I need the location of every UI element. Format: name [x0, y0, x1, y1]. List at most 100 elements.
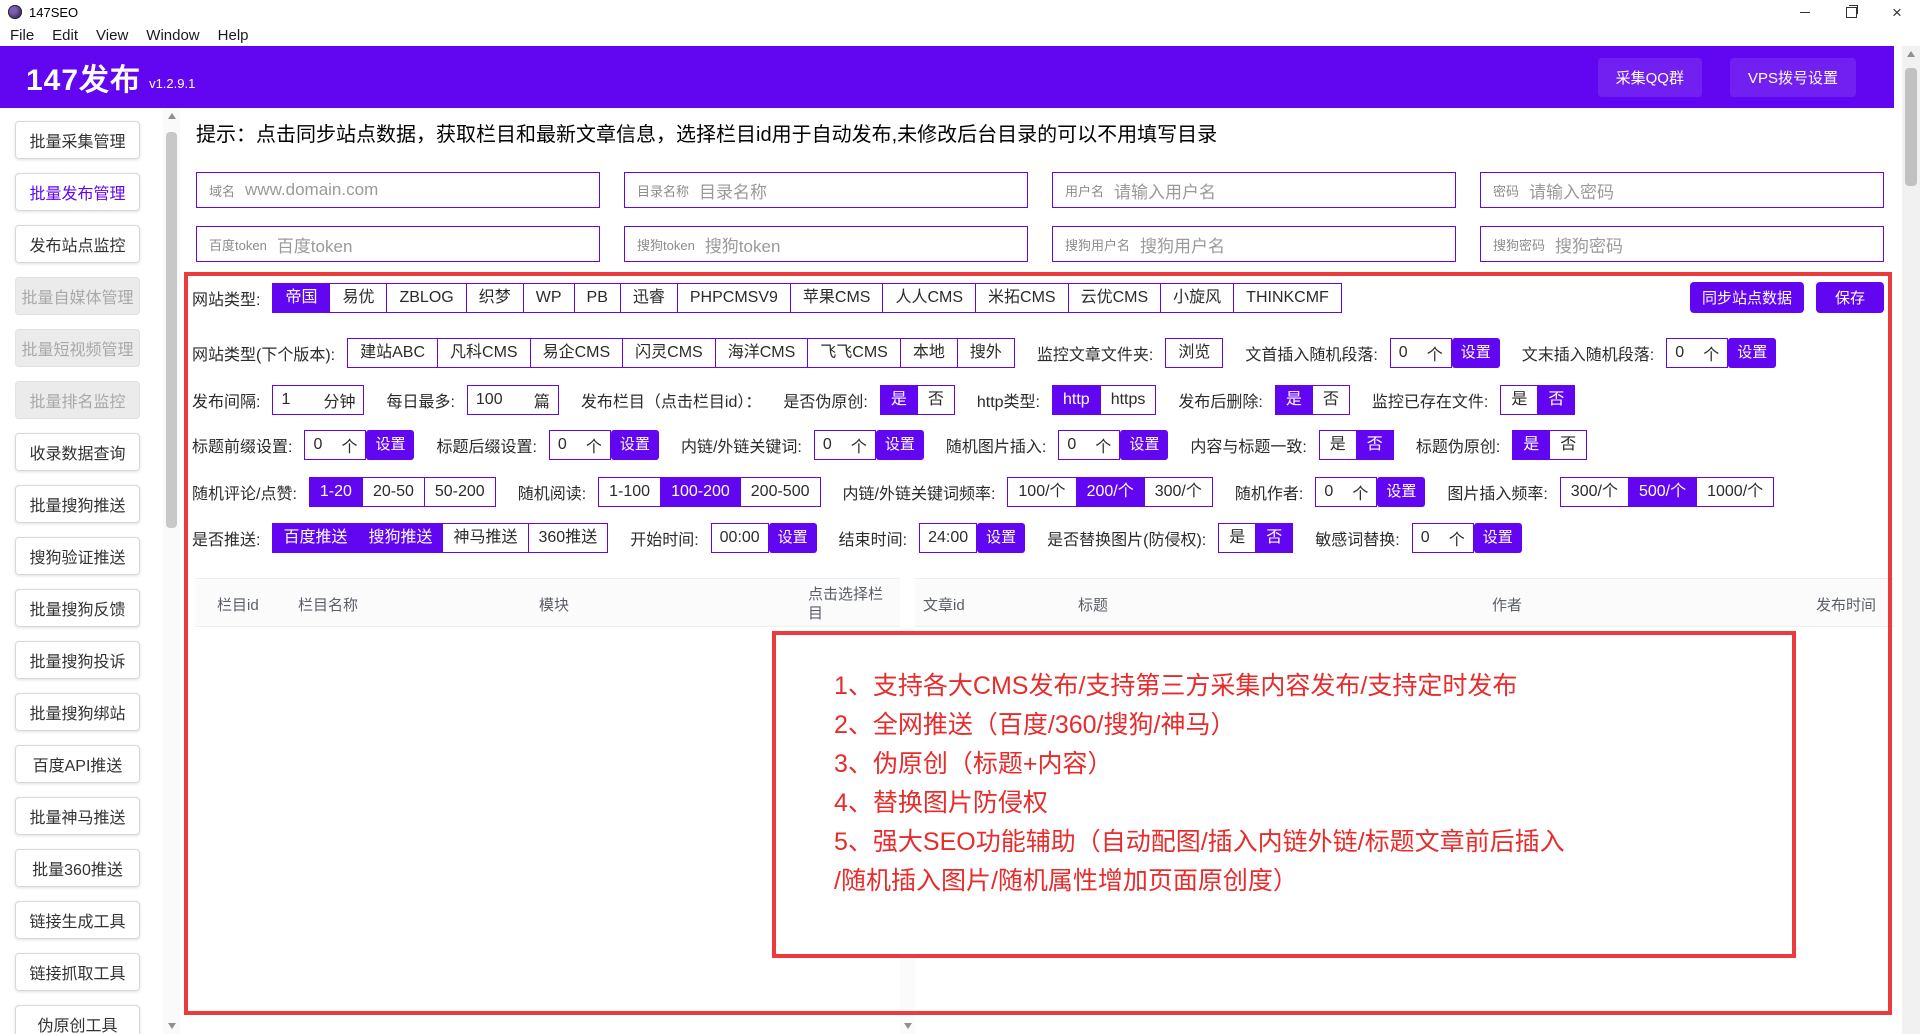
toggle-option[interactable]: 是: [880, 386, 917, 414]
scrollbar-thumb[interactable]: [1905, 68, 1917, 186]
set-button[interactable]: 设置: [1728, 338, 1777, 368]
set-button[interactable]: 设置: [875, 430, 924, 460]
site-type-tab[interactable]: 小旋风: [1160, 284, 1233, 312]
set-button[interactable]: 设置: [1120, 430, 1169, 460]
toggle-option[interactable]: 200/个: [1075, 478, 1144, 506]
sidebar-item[interactable]: 链接生成工具: [15, 901, 140, 939]
sidebar-item[interactable]: 批量神马推送: [15, 797, 140, 835]
text-field[interactable]: 密码 请输入密码: [1480, 172, 1884, 208]
set-button[interactable]: 设置: [1473, 523, 1522, 553]
set-button[interactable]: 设置: [1377, 477, 1426, 507]
site-type-tab[interactable]: 迅睿: [619, 284, 677, 312]
scroll-down-icon[interactable]: [903, 1023, 912, 1029]
text-field[interactable]: 搜狗token 搜狗token: [624, 226, 1028, 262]
sidebar-item[interactable]: 搜狗验证推送: [15, 537, 140, 575]
menu-item[interactable]: Edit: [52, 27, 78, 44]
site-type-tab[interactable]: 易企CMS: [529, 339, 623, 367]
toggle-option[interactable]: 否: [1537, 386, 1575, 414]
value-input[interactable]: 0个: [1315, 477, 1378, 507]
toggle-option[interactable]: https: [1099, 386, 1156, 414]
toggle-option[interactable]: 1000/个: [1696, 478, 1773, 506]
text-field[interactable]: 域名 www.domain.com: [196, 172, 600, 208]
toggle-option[interactable]: 1-100: [599, 478, 660, 506]
toggle-option[interactable]: 是: [1501, 386, 1537, 414]
scroll-up-icon[interactable]: [1907, 51, 1915, 57]
toggle-option[interactable]: 是: [1513, 431, 1550, 459]
text-field[interactable]: 目录名称 目录名称: [624, 172, 1028, 208]
text-field[interactable]: 用户名 请输入用户名: [1052, 172, 1456, 208]
site-type-tab[interactable]: 人人CMS: [882, 284, 975, 312]
minimize-button[interactable]: [1782, 0, 1828, 24]
value-input[interactable]: 0个: [1666, 338, 1729, 368]
sync-site-data-button[interactable]: 同步站点数据: [1690, 282, 1804, 313]
sidebar-item[interactable]: 批量搜狗绑站: [15, 693, 140, 731]
value-input[interactable]: 0个: [548, 430, 611, 460]
toggle-option[interactable]: 否: [1549, 431, 1586, 459]
site-type-tab[interactable]: 凡科CMS: [437, 339, 530, 367]
set-button[interactable]: 设置: [768, 523, 817, 553]
sidebar-item[interactable]: 批量搜狗推送: [15, 485, 140, 523]
value-input[interactable]: 1 分钟: [272, 385, 365, 415]
header-action-button[interactable]: VPS拨号设置: [1729, 57, 1856, 97]
toggle-option[interactable]: 360推送: [527, 524, 608, 552]
set-button[interactable]: 设置: [977, 523, 1026, 553]
toggle-option[interactable]: 500/个: [1627, 478, 1697, 506]
scroll-up-icon[interactable]: [167, 113, 176, 119]
menu-item[interactable]: Help: [218, 27, 249, 44]
menu-item[interactable]: View: [96, 27, 128, 44]
toggle-option[interactable]: 神马推送: [442, 524, 527, 552]
site-type-tab[interactable]: 云优CMS: [1067, 284, 1161, 312]
value-input[interactable]: 0个: [1058, 430, 1121, 460]
value-input[interactable]: 0个: [1389, 338, 1452, 368]
maximize-button[interactable]: [1828, 0, 1874, 24]
sidebar-item[interactable]: 百度API推送: [15, 745, 140, 783]
sidebar-item[interactable]: 批量360推送: [15, 849, 140, 887]
site-type-tab[interactable]: 海洋CMS: [714, 339, 808, 367]
site-type-tab[interactable]: 飞飞CMS: [807, 339, 900, 367]
text-field[interactable]: 搜狗密码 搜狗密码: [1480, 226, 1884, 262]
site-type-tab[interactable]: 搜外: [956, 339, 1014, 367]
toggle-option[interactable]: 百度推送: [273, 524, 358, 552]
sidebar-item[interactable]: 收录数据查询: [15, 433, 140, 471]
menu-item[interactable]: File: [10, 27, 34, 44]
sidebar-item[interactable]: 发布站点监控: [15, 225, 140, 263]
toggle-option[interactable]: 300/个: [1561, 478, 1628, 506]
site-type-tab[interactable]: 闪灵CMS: [622, 339, 715, 367]
site-type-tab[interactable]: 建站ABC: [348, 339, 437, 367]
sidebar-item[interactable]: 批量发布管理: [15, 173, 140, 211]
toggle-option[interactable]: 50-200: [423, 478, 495, 506]
toggle-option[interactable]: 是: [1219, 524, 1255, 552]
set-button[interactable]: 设置: [1451, 338, 1500, 368]
site-type-tab[interactable]: 帝国: [273, 284, 330, 312]
sidebar-item[interactable]: 伪原创工具: [15, 1005, 140, 1034]
sidebar-scrollbar[interactable]: [163, 108, 180, 1034]
sidebar-item[interactable]: 批量采集管理: [15, 121, 140, 159]
toggle-option[interactable]: 否: [916, 386, 954, 414]
toggle-option[interactable]: 否: [1355, 431, 1393, 459]
toggle-option[interactable]: 是: [1275, 386, 1312, 414]
sidebar-item[interactable]: 批量搜狗投诉: [15, 641, 140, 679]
scroll-down-icon[interactable]: [167, 1023, 176, 1029]
toggle-option[interactable]: 否: [1311, 386, 1349, 414]
text-field[interactable]: 百度token 百度token: [196, 226, 600, 262]
menu-item[interactable]: Window: [146, 27, 199, 44]
site-type-tab[interactable]: PHPCMSV9: [676, 284, 790, 312]
sidebar-item[interactable]: 链接抓取工具: [15, 953, 140, 991]
browse-button[interactable]: 浏览: [1165, 338, 1224, 368]
site-type-tab[interactable]: ZBLOG: [386, 284, 465, 312]
toggle-option[interactable]: 否: [1255, 524, 1293, 552]
value-input[interactable]: 0个: [304, 430, 367, 460]
sidebar-item[interactable]: 批量搜狗反馈: [15, 589, 140, 627]
site-type-tab[interactable]: WP: [522, 284, 574, 312]
toggle-option[interactable]: 100/个: [1008, 478, 1075, 506]
close-button[interactable]: ×: [1874, 0, 1920, 24]
toggle-option[interactable]: 20-50: [361, 478, 424, 506]
site-type-tab[interactable]: 织梦: [465, 284, 523, 312]
set-button[interactable]: 设置: [610, 430, 659, 460]
toggle-option[interactable]: http: [1053, 386, 1100, 414]
text-field[interactable]: 搜狗用户名 搜狗用户名: [1052, 226, 1456, 262]
value-input[interactable]: 0个: [1411, 523, 1474, 553]
toggle-option[interactable]: 1-20: [309, 478, 362, 506]
save-button[interactable]: 保存: [1816, 282, 1884, 313]
toggle-option[interactable]: 是: [1320, 431, 1356, 459]
